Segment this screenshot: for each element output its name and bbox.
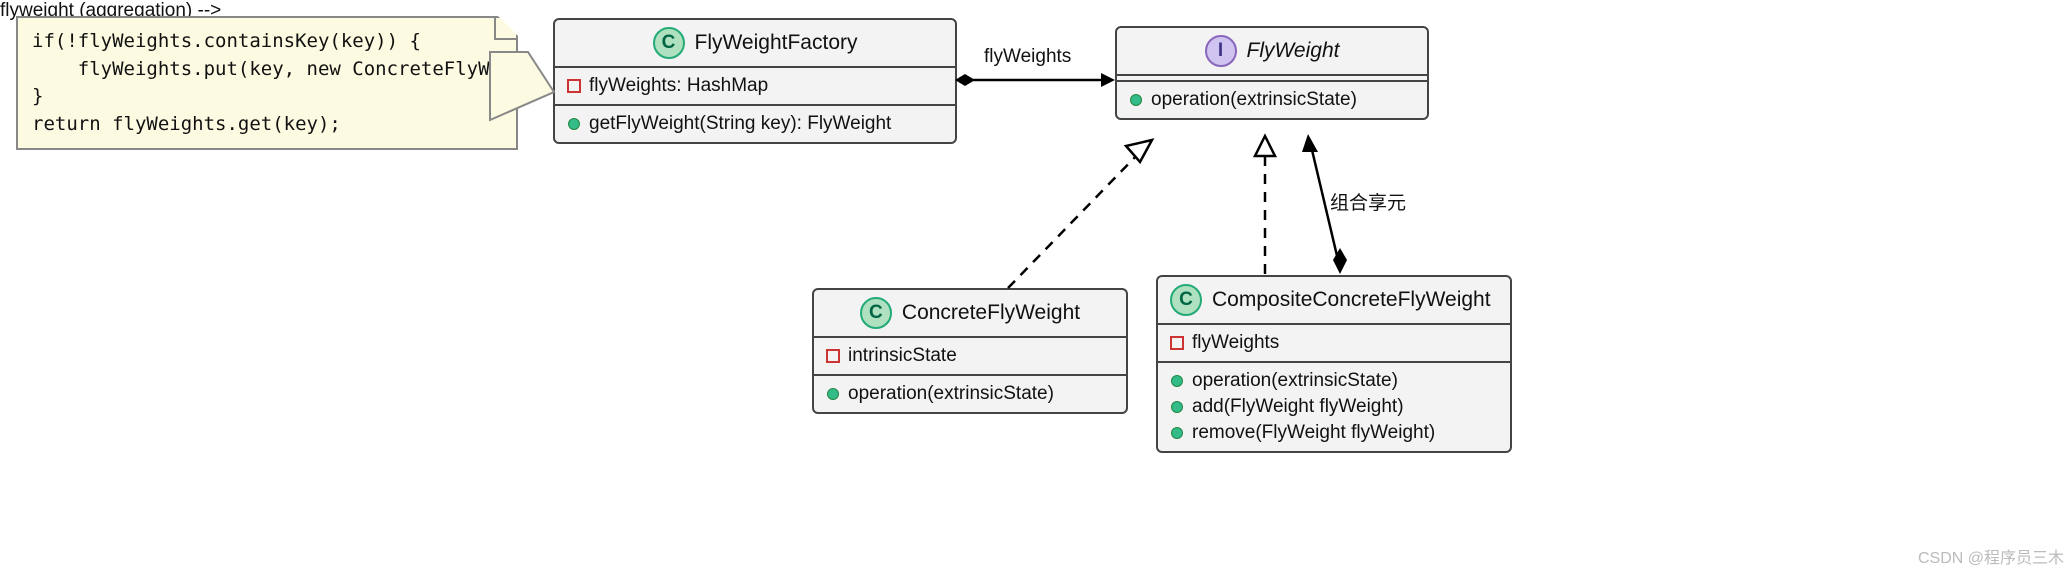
assoc-label-flyweights: flyWeights bbox=[984, 46, 1071, 68]
visibility-public-icon bbox=[567, 117, 581, 131]
class-icon: C bbox=[1170, 284, 1202, 316]
operations-section: operation(extrinsicState) bbox=[814, 374, 1126, 412]
attribute-row: intrinsicState bbox=[826, 343, 1114, 369]
realization-concrete-flyweight bbox=[1000, 132, 1170, 292]
visibility-public-icon bbox=[1170, 374, 1184, 388]
operations-section: getFlyWeight(String key): FlyWeight bbox=[555, 104, 955, 142]
operation-row: add(FlyWeight flyWeight) bbox=[1170, 394, 1498, 420]
realization-composite-flyweight bbox=[1245, 132, 1285, 278]
operation-row: operation(extrinsicState) bbox=[1129, 87, 1415, 113]
attributes-section: flyWeights: HashMap bbox=[555, 66, 955, 104]
interface-flyweight: I FlyWeight operation(extrinsicState) bbox=[1115, 26, 1429, 120]
operation-row: remove(FlyWeight flyWeight) bbox=[1170, 420, 1498, 446]
composition-label: 组合享元 bbox=[1330, 188, 1406, 215]
watermark: CSDN @程序员三木 bbox=[1918, 544, 2064, 568]
operation-row: getFlyWeight(String key): FlyWeight bbox=[567, 111, 943, 137]
operation-text: getFlyWeight(String key): FlyWeight bbox=[589, 113, 891, 135]
operations-section: operation(extrinsicState) add(FlyWeight … bbox=[1158, 361, 1510, 451]
class-header: C FlyWeightFactory bbox=[555, 20, 955, 66]
attributes-section: flyWeights bbox=[1158, 323, 1510, 361]
attribute-text: intrinsicState bbox=[848, 345, 957, 367]
interface-icon: I bbox=[1205, 35, 1237, 67]
class-name: CompositeConcreteFlyWeight bbox=[1212, 288, 1491, 312]
visibility-private-icon bbox=[826, 349, 840, 363]
class-header: C ConcreteFlyWeight bbox=[814, 290, 1126, 336]
visibility-public-icon bbox=[1129, 93, 1143, 107]
aggregation-factory-flyweight bbox=[953, 70, 1118, 90]
note-factory-code: if(!flyWeights.containsKey(key)) { flyWe… bbox=[16, 16, 518, 150]
class-name: FlyWeightFactory bbox=[695, 31, 858, 55]
attribute-row: flyWeights bbox=[1170, 330, 1498, 356]
operation-row: operation(extrinsicState) bbox=[1170, 368, 1498, 394]
interface-name: FlyWeight bbox=[1247, 39, 1340, 63]
operation-text: remove(FlyWeight flyWeight) bbox=[1192, 422, 1435, 444]
visibility-public-icon bbox=[1170, 426, 1184, 440]
class-icon: C bbox=[653, 27, 685, 59]
attributes-section: intrinsicState bbox=[814, 336, 1126, 374]
attribute-row: flyWeights: HashMap bbox=[567, 73, 943, 99]
operation-text: operation(extrinsicState) bbox=[1151, 89, 1357, 111]
operation-text: operation(extrinsicState) bbox=[1192, 370, 1398, 392]
class-concrete-flyweight: C ConcreteFlyWeight intrinsicState opera… bbox=[812, 288, 1128, 414]
class-flyweight-factory: C FlyWeightFactory flyWeights: HashMap g… bbox=[553, 18, 957, 144]
operations-section: operation(extrinsicState) bbox=[1117, 80, 1427, 118]
class-header: I FlyWeight bbox=[1117, 28, 1427, 74]
visibility-private-icon bbox=[1170, 336, 1184, 350]
attribute-text: flyWeights: HashMap bbox=[589, 75, 768, 97]
operation-row: operation(extrinsicState) bbox=[826, 381, 1114, 407]
attribute-text: flyWeights bbox=[1192, 332, 1279, 354]
class-name: ConcreteFlyWeight bbox=[902, 301, 1080, 325]
class-icon: C bbox=[860, 297, 892, 329]
class-header: C CompositeConcreteFlyWeight bbox=[1158, 277, 1510, 323]
visibility-public-icon bbox=[1170, 400, 1184, 414]
class-composite-flyweight: C CompositeConcreteFlyWeight flyWeights … bbox=[1156, 275, 1512, 453]
visibility-private-icon bbox=[567, 79, 581, 93]
visibility-public-icon bbox=[826, 387, 840, 401]
operation-text: add(FlyWeight flyWeight) bbox=[1192, 396, 1404, 418]
operation-text: operation(extrinsicState) bbox=[848, 383, 1054, 405]
